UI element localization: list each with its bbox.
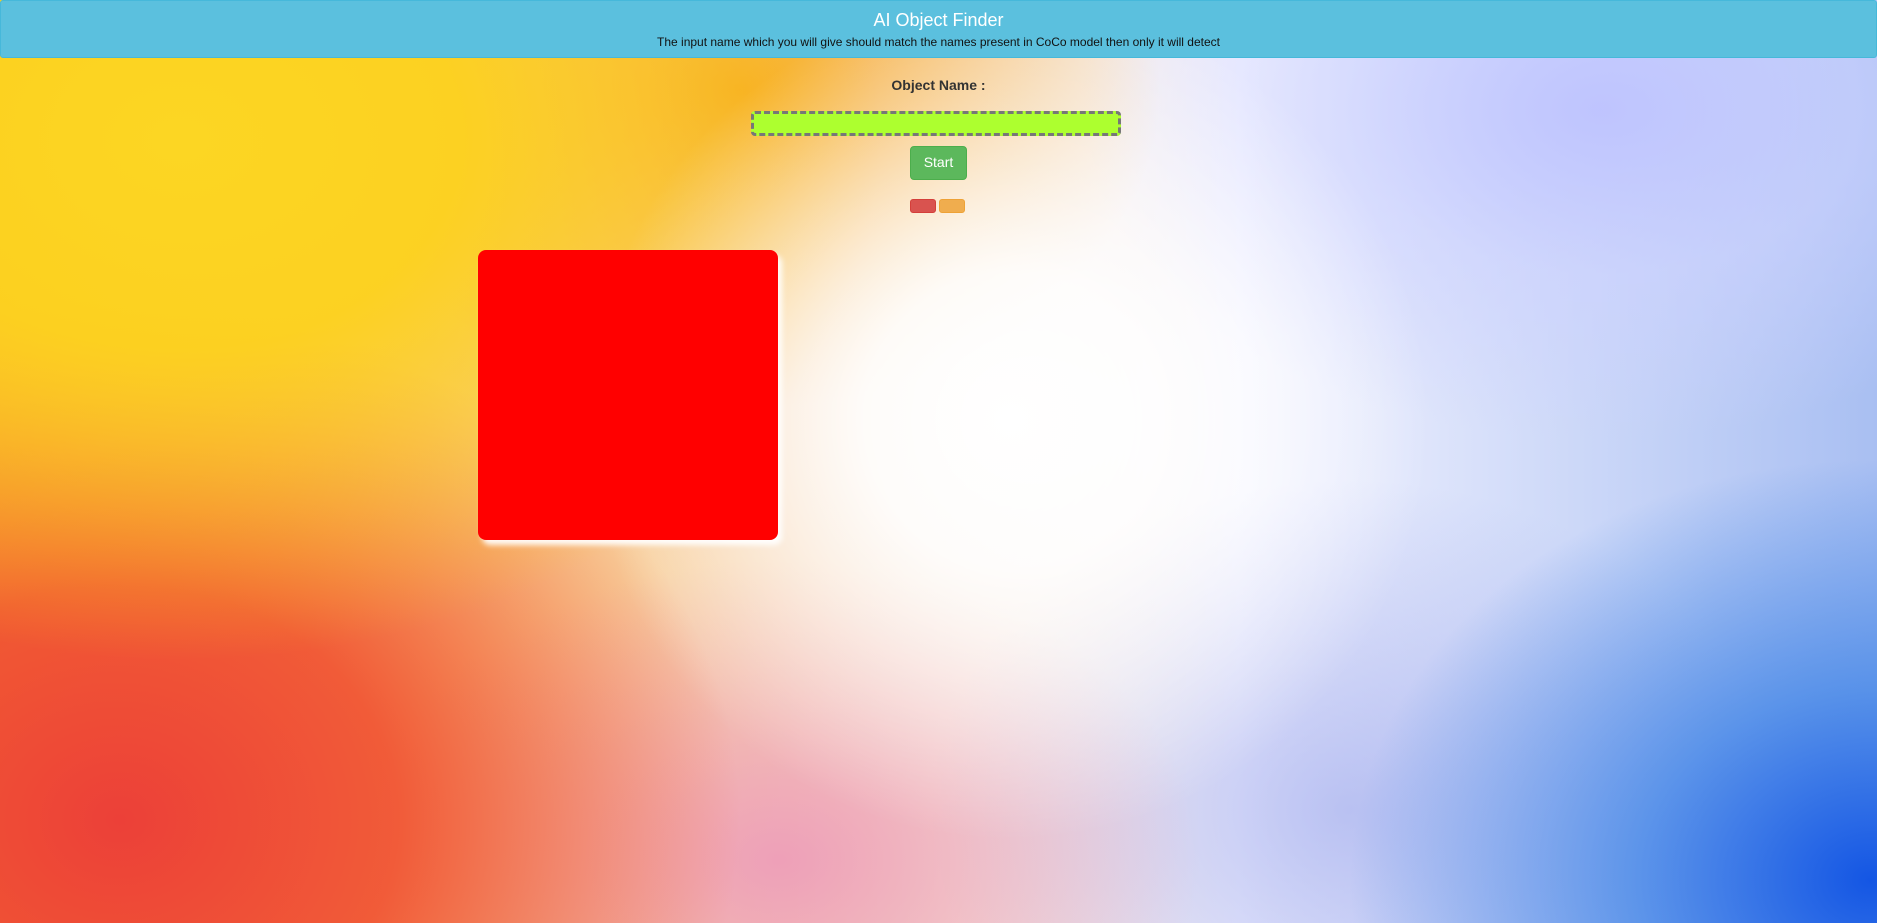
header-banner: AI Object Finder The input name which yo… [0,0,1877,58]
red-button[interactable] [910,199,936,213]
start-button[interactable]: Start [910,146,967,180]
page-background [0,0,1877,923]
object-name-label: Object Name : [891,77,986,93]
object-name-input[interactable] [751,111,1121,136]
app-title: AI Object Finder [873,10,1004,30]
orange-button[interactable] [939,199,965,213]
app-subtitle: The input name which you will give shoul… [657,35,1220,49]
video-canvas [478,250,778,540]
